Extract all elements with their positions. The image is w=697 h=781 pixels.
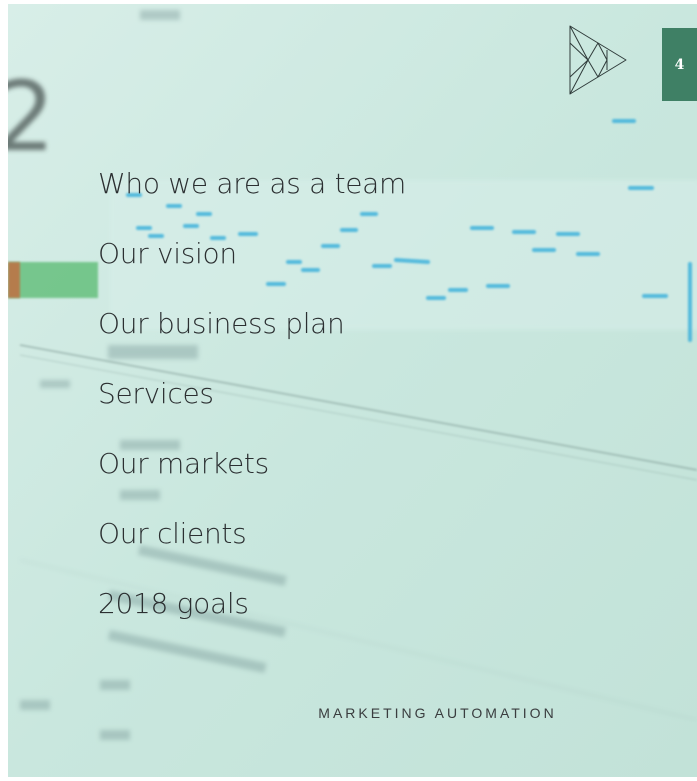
page-number-badge: 4 [662, 28, 697, 101]
agenda-item-clients[interactable]: Our clients [98, 512, 406, 582]
frame-top [0, 0, 697, 4]
page-number: 4 [674, 56, 685, 73]
agenda-list: Who we are as a team Our vision Our busi… [98, 162, 406, 652]
agenda-item-vision[interactable]: Our vision [98, 232, 406, 302]
agenda-item-markets[interactable]: Our markets [98, 442, 406, 512]
footer-text: MARKETING AUTOMATION [318, 705, 557, 721]
agenda-item-goals[interactable]: 2018 goals [98, 582, 406, 652]
frame-left [0, 0, 8, 781]
agenda-item-team[interactable]: Who we are as a team [98, 162, 406, 232]
frame-bottom [0, 777, 697, 781]
svg-text:2: 2 [0, 61, 55, 173]
triangle-logo-icon [569, 25, 627, 95]
agenda-item-business-plan[interactable]: Our business plan [98, 302, 406, 372]
agenda-item-services[interactable]: Services [98, 372, 406, 442]
slide: 2 4 Who we are as a team Our vision Our … [0, 0, 697, 781]
